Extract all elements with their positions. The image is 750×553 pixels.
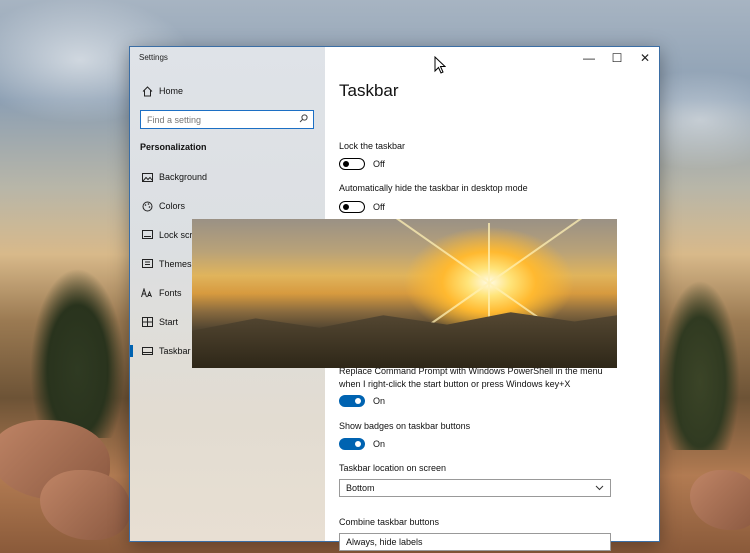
location-label: Taskbar location on screen [339, 463, 447, 473]
sunset-photo-overlay [192, 219, 617, 368]
close-button[interactable]: ✕ [631, 47, 659, 69]
location-dropdown[interactable]: Bottom [339, 479, 611, 497]
wallpaper-rock [40, 470, 130, 540]
auto-hide-desktop-label: Automatically hide the taskbar in deskto… [339, 183, 528, 193]
maximize-button[interactable]: ☐ [603, 47, 631, 69]
badges-toggle[interactable] [339, 438, 365, 450]
mouse-cursor-icon [434, 55, 447, 79]
toggle-knob [343, 203, 349, 210]
home-icon [141, 85, 153, 97]
sun-ray [488, 219, 605, 284]
sidebar-item-colors[interactable]: Colors [130, 193, 325, 219]
auto-hide-desktop-toggle[interactable] [339, 201, 365, 213]
window-title: Settings [139, 53, 168, 62]
chevron-down-icon [595, 481, 604, 498]
powershell-toggle[interactable] [339, 395, 365, 407]
sidebar-item-label: Start [159, 317, 179, 327]
location-value: Bottom [346, 483, 375, 493]
fonts-icon [141, 287, 153, 299]
minimize-button[interactable]: — [575, 47, 603, 69]
lock-taskbar-state: Off [373, 159, 385, 169]
wallpaper-tree [660, 280, 740, 450]
search-icon[interactable] [299, 114, 308, 126]
sidebar-item-label: Taskbar [159, 346, 191, 356]
toggle-knob [343, 160, 349, 167]
wallpaper-tree [30, 268, 125, 438]
powershell-label-line2: when I right-click the start button or p… [339, 379, 571, 389]
toggle-knob [355, 440, 361, 447]
start-icon [141, 316, 153, 328]
combine-label: Combine taskbar buttons [339, 517, 440, 527]
auto-hide-desktop-state: Off [373, 202, 385, 212]
lock-taskbar-label: Lock the taskbar [339, 141, 406, 151]
search-input[interactable]: Find a setting [140, 110, 314, 129]
combine-value: Always, hide labels [346, 537, 423, 547]
group-title: Personalization [140, 142, 207, 152]
sidebar-item-label: Themes [159, 259, 192, 269]
badges-state: On [373, 439, 386, 449]
combine-dropdown[interactable]: Always, hide labels [339, 533, 611, 551]
sun-ray [373, 219, 490, 284]
search-placeholder: Find a setting [147, 115, 202, 125]
sidebar-item-label: Background [159, 172, 208, 182]
page-title: Taskbar [339, 81, 399, 100]
powershell-state: On [373, 396, 386, 406]
mountain-silhouette [192, 312, 617, 368]
sidebar-item-label: Colors [159, 201, 186, 211]
nav-home[interactable]: Home [130, 78, 325, 104]
sidebar-item-background[interactable]: Background [130, 164, 325, 190]
badges-label: Show badges on taskbar buttons [339, 421, 471, 431]
lock-taskbar-toggle[interactable] [339, 158, 365, 170]
toggle-knob [355, 397, 361, 404]
palette-icon [141, 200, 153, 212]
themes-icon [141, 258, 153, 270]
lock-screen-icon [141, 229, 153, 241]
wallpaper-rock [690, 470, 750, 530]
powershell-label: Replace Command Prompt with Windows Powe… [339, 365, 603, 391]
sidebar-item-label: Fonts [159, 288, 182, 298]
nav-home-label: Home [159, 86, 184, 96]
sun-ray [488, 223, 490, 283]
image-icon [141, 171, 153, 183]
taskbar-icon [141, 345, 153, 357]
